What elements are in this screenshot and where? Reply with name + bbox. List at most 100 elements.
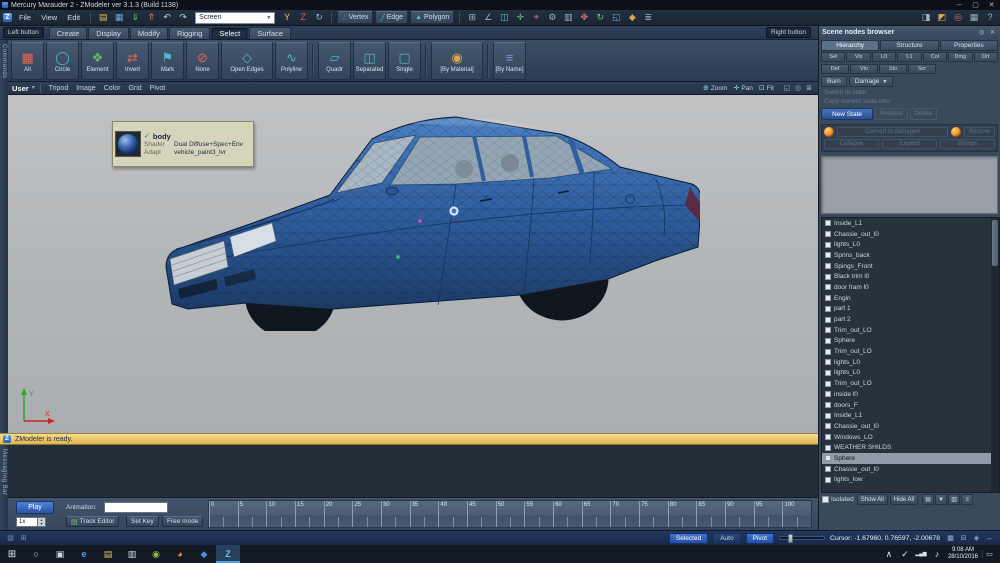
z-axis-mode-icon[interactable]: Z (296, 12, 310, 24)
defender-icon[interactable]: ✓ (898, 548, 912, 560)
set-key-button[interactable]: Set Key (126, 516, 159, 527)
file-explorer-icon[interactable]: ▤ (96, 545, 120, 563)
node-visibility-checkbox[interactable] (825, 306, 831, 312)
node-visibility-checkbox[interactable] (825, 455, 831, 461)
grid-snap-icon[interactable]: ⊞ (465, 12, 479, 24)
viewport-menu-image[interactable]: Image (72, 85, 99, 92)
node-visibility-checkbox[interactable] (825, 359, 831, 365)
node-row[interactable]: Trim_out_LO (822, 378, 991, 389)
node-visibility-checkbox[interactable] (825, 284, 831, 290)
pivot-mode-button[interactable]: Pivot (746, 533, 774, 544)
node-visibility-checkbox[interactable] (825, 220, 831, 226)
list-view-icon[interactable]: ▤ (922, 494, 934, 505)
node-visibility-checkbox[interactable] (825, 242, 831, 248)
node-row[interactable]: Spings_Front (822, 261, 991, 272)
close-button[interactable]: ✕ (985, 1, 998, 9)
menu-edit[interactable]: Edit (62, 11, 85, 24)
scrollbar-thumb[interactable] (992, 220, 998, 266)
view-options-icon[interactable]: ≣ (804, 82, 814, 94)
chrome-icon[interactable]: ◉ (144, 545, 168, 563)
node-row[interactable]: Sprins_back (822, 250, 991, 261)
node-visibility-checkbox[interactable] (825, 370, 831, 376)
node-row[interactable]: Trim_out_LO (822, 325, 991, 336)
close-panel-icon[interactable]: ✕ (988, 28, 997, 37)
select-quadr-button[interactable]: ▱Quadr (318, 42, 351, 80)
state-button-drt[interactable]: Drt (974, 52, 998, 62)
node-visibility-checkbox[interactable] (825, 391, 831, 397)
mirror-icon[interactable]: ◫ (497, 12, 511, 24)
axes-icon[interactable]: ✛ (513, 12, 527, 24)
node-visibility-checkbox[interactable] (825, 434, 831, 440)
browser-tab-structure[interactable]: Structure (880, 40, 938, 51)
node-row[interactable]: doors_F (822, 400, 991, 411)
damage-dropdown[interactable]: Damage ▼ (849, 76, 894, 87)
render-icon[interactable]: ◎ (951, 12, 965, 24)
start-button[interactable]: ⊞ (0, 545, 24, 563)
tab-display[interactable]: Display (88, 27, 129, 39)
play-button[interactable]: Play (16, 501, 54, 514)
layout-icon[interactable]: ▦ (967, 12, 981, 24)
vertex-toggle[interactable]: ∴Vertex (337, 11, 373, 24)
pan-control[interactable]: ✛Pan (733, 84, 752, 92)
select-open-edges-button[interactable]: ◇Open Edges (221, 42, 273, 80)
select-by-name-button[interactable]: ≡[By Name] (493, 42, 526, 80)
track-editor-button[interactable]: ▤ Track Editor (66, 516, 119, 527)
node-visibility-checkbox[interactable] (825, 413, 831, 419)
node-row[interactable]: Sphere (822, 453, 991, 464)
node-visibility-checkbox[interactable] (825, 274, 831, 280)
history-icon[interactable]: ≣ (641, 12, 655, 24)
axis-lock-icon[interactable]: ⊟ (958, 532, 969, 544)
angle-snap-icon[interactable]: ∠ (481, 12, 495, 24)
selected-mode-button[interactable]: Selected (669, 533, 708, 544)
photos-icon[interactable]: ◆ (192, 545, 216, 563)
tab-rigging[interactable]: Rigging (169, 27, 210, 39)
firefox-icon[interactable]: ◕ (168, 545, 192, 563)
edge-toggle[interactable]: ╱Edge (375, 11, 408, 24)
viewport-3d[interactable]: ✓ body Shader Dual Diffuse+Spec+Env Adap… (8, 95, 818, 433)
redo-icon[interactable]: ↷ (176, 12, 190, 24)
ghost-button[interactable]: Delete (910, 108, 937, 120)
maximize-view-icon[interactable]: ◱ (782, 82, 792, 94)
undo-icon[interactable]: ↶ (160, 12, 174, 24)
node-visibility-checkbox[interactable] (825, 263, 831, 269)
scene-browser-toggle-icon[interactable]: ◨ (919, 12, 933, 24)
node-row[interactable]: Black trim l0 (822, 271, 991, 282)
state-button-vis[interactable]: Vis (846, 52, 870, 62)
select-polyline-button[interactable]: ∿Polyline (275, 42, 308, 80)
tray-expand-icon[interactable]: ∧ (882, 548, 896, 560)
select-single-button[interactable]: ▢Single (388, 42, 421, 80)
viewport-menu-tripod[interactable]: Tripod (45, 85, 73, 92)
state-button-l1[interactable]: L1 (897, 52, 921, 62)
auto-mode-button[interactable]: Auto (713, 533, 740, 544)
screen-select[interactable]: Screen ▼ (195, 12, 275, 24)
node-row[interactable]: WEATHER SHILDS (822, 442, 991, 453)
camera-icon[interactable]: ◎ (793, 82, 803, 94)
precision-slider[interactable] (779, 536, 825, 540)
browser-tab-properties[interactable]: Properties (940, 40, 998, 51)
layers-icon[interactable]: ▥ (561, 12, 575, 24)
viewport-menu-color[interactable]: Color (100, 85, 125, 92)
open-file-icon[interactable]: ▤ (96, 12, 110, 24)
tab-create[interactable]: Create (49, 27, 88, 39)
node-row[interactable]: door fram l0 (822, 282, 991, 293)
pan-lock-icon[interactable]: ↔ (984, 532, 995, 544)
node-visibility-checkbox[interactable] (825, 477, 831, 483)
material-editor-icon[interactable]: ◩ (935, 12, 949, 24)
ghost-button[interactable]: Rename (875, 108, 908, 120)
state-button-slo[interactable]: Slo (879, 64, 907, 74)
node-visibility-checkbox[interactable] (825, 231, 831, 237)
node-row[interactable]: part 2 (822, 314, 991, 325)
select-by-material-button[interactable]: ◉[By Material] (431, 42, 483, 80)
node-visibility-checkbox[interactable] (825, 445, 831, 451)
task-view-icon[interactable]: ▣ (48, 545, 72, 563)
polygon-toggle[interactable]: ▲Polygon (410, 11, 454, 24)
sort-icon[interactable]: ▼ (935, 494, 947, 505)
group-button[interactable]: Groups (940, 139, 995, 149)
node-visibility-checkbox[interactable] (825, 338, 831, 344)
node-visibility-checkbox[interactable] (825, 402, 831, 408)
volume-icon[interactable]: ♪ (930, 548, 944, 560)
browser-tab-hierarchy[interactable]: Hierarchy (821, 40, 879, 51)
speed-spinner[interactable]: ▲▼ (38, 517, 46, 527)
convert-damaged-button[interactable]: Convert to damaged (837, 127, 948, 137)
node-row[interactable]: Engin (822, 293, 991, 304)
